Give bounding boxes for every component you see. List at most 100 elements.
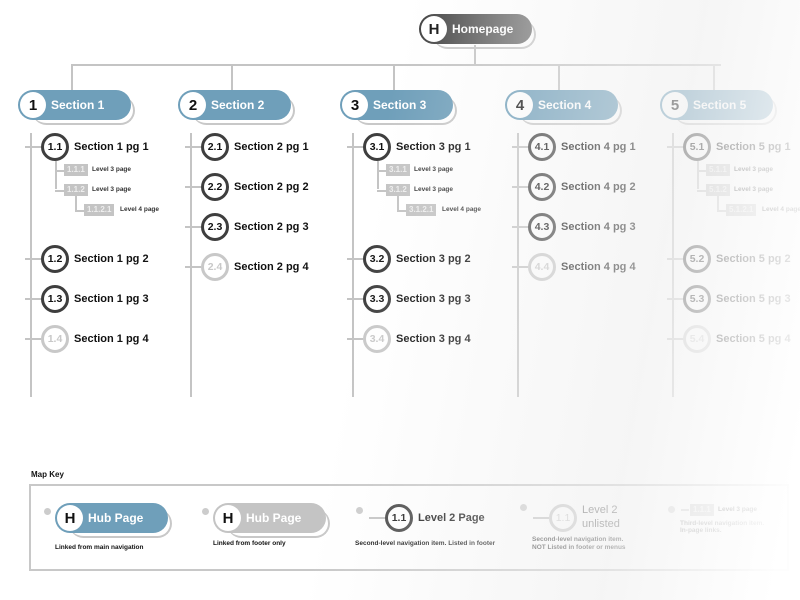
- connector-page-tick: [512, 185, 528, 188]
- key-bullet: [668, 506, 675, 513]
- key-connector: [681, 509, 689, 511]
- key-hub-main: H Hub Page: [55, 503, 172, 538]
- homepage-node[interactable]: H Homepage: [419, 14, 536, 49]
- level3-label: Level 3 page: [414, 186, 454, 193]
- page-badge: 3.4: [363, 325, 391, 353]
- level3-badge: 5.1.2: [706, 184, 730, 196]
- section-label: Section 3: [373, 98, 427, 112]
- map-key-title: Map Key: [31, 470, 64, 479]
- connector-section-spine: [352, 133, 354, 397]
- connector-level4: [717, 196, 719, 210]
- page-label: Section 2 pg 3: [234, 220, 309, 233]
- homepage-label: Homepage: [452, 22, 514, 36]
- page-badge: 3.1: [363, 133, 391, 161]
- section-badge: 3: [342, 92, 368, 118]
- page-badge: 5.2: [683, 245, 711, 273]
- page-badge: 2.2: [201, 172, 229, 201]
- section-node-1[interactable]: 1 Section 1: [18, 90, 135, 125]
- connector-level3-tick: [697, 170, 706, 172]
- section-badge: 2: [180, 92, 206, 118]
- page-badge: 4.2: [528, 172, 556, 201]
- level2-label: Level 2 Page: [418, 512, 485, 524]
- page-label: Section 4 pg 2: [561, 180, 636, 193]
- connector-page-tick: [347, 146, 363, 148]
- connector-level4-tick: [75, 210, 84, 212]
- connector-level4-tick: [717, 210, 726, 212]
- connector-horizontal-bar: [71, 64, 721, 66]
- page-label: Section 3 pg 2: [396, 253, 471, 265]
- connector-level3-tick: [55, 170, 64, 172]
- connector-page-tick: [667, 338, 683, 340]
- connector-level3-tick: [55, 190, 64, 192]
- homepage-badge: H: [421, 16, 447, 42]
- level4-badge: 1.1.2.1: [84, 204, 115, 216]
- hub-badge: H: [215, 505, 241, 531]
- level2-badge: 1.1: [549, 504, 577, 532]
- level3-badge: 3.1.2: [386, 184, 410, 196]
- connector-page-tick: [185, 146, 201, 148]
- connector-page-tick: [25, 146, 41, 148]
- page-badge: 5.1: [683, 133, 711, 161]
- level3-label: Level 3 page: [414, 166, 454, 173]
- level4-label: Level 4 page: [762, 206, 800, 213]
- connector-section-drop: [71, 64, 73, 90]
- page-badge: 1.4: [41, 325, 69, 353]
- key-caption: Linked from main navigation: [55, 544, 144, 551]
- level4-badge: 3.1.2.1: [406, 204, 437, 216]
- level3-label: Level 3 page: [734, 186, 774, 193]
- page-label: Section 2 pg 4: [234, 260, 309, 273]
- level3-badge: 1.1.2: [64, 184, 88, 196]
- connector-page-tick: [512, 225, 528, 228]
- page-badge: 5.3: [683, 285, 711, 313]
- page-label: Section 1 pg 1: [74, 141, 149, 153]
- connector-section-drop: [713, 64, 715, 90]
- connector-page-tick: [25, 298, 41, 300]
- page-label: Section 4 pg 4: [561, 260, 636, 273]
- page-badge: 1.1: [41, 133, 69, 161]
- level3-badge: 5.1.1: [706, 164, 730, 176]
- level3-label: Level 3 page: [92, 166, 132, 173]
- level2-label-line2: unlisted: [582, 518, 620, 530]
- section-node-2[interactable]: 2 Section 2: [178, 90, 295, 125]
- page-label: Section 5 pg 1: [716, 141, 791, 153]
- page-label: Section 2 pg 1: [234, 141, 309, 153]
- hub-badge: H: [57, 505, 83, 531]
- section-node-3[interactable]: 3 Section 3: [340, 90, 457, 125]
- page-badge: 2.1: [201, 133, 229, 161]
- page-label: Section 2 pg 2: [234, 180, 309, 193]
- page-badge: 4.4: [528, 252, 556, 281]
- key-hub-footer: H Hub Page: [213, 503, 330, 538]
- section-node-4[interactable]: 4 Section 4: [505, 90, 622, 125]
- page-label: Section 4 pg 3: [561, 220, 636, 233]
- page-label: Section 3 pg 3: [396, 293, 471, 305]
- connector-section-drop: [231, 64, 233, 90]
- connector-level4-tick: [397, 210, 406, 212]
- page-badge: 3.3: [363, 285, 391, 313]
- section-badge: 4: [507, 92, 533, 118]
- page-label: Section 1 pg 3: [74, 293, 149, 305]
- connector-level3: [377, 161, 379, 189]
- key-connector: [369, 517, 385, 519]
- key-bullet: [520, 504, 527, 511]
- connector-level3-tick: [377, 190, 386, 192]
- connector-page-tick: [25, 258, 41, 260]
- connector-page-tick: [185, 265, 201, 268]
- connector-page-tick: [185, 225, 201, 228]
- page-badge: 3.2: [363, 245, 391, 273]
- key-connector: [533, 517, 549, 519]
- connector-page-tick: [347, 258, 363, 260]
- key-bullet: [356, 507, 363, 514]
- connector-level3: [55, 161, 57, 189]
- key-caption-line2: NOT Listed in footer or menus: [532, 544, 626, 551]
- section-badge: 5: [662, 92, 688, 118]
- section-node-5[interactable]: 5 Section 5: [660, 90, 777, 125]
- connector-level3-tick: [697, 190, 706, 192]
- level3-badge: 3.1.1: [386, 164, 410, 176]
- page-label: Section 4 pg 1: [561, 141, 636, 153]
- page-badge: 4.3: [528, 212, 556, 241]
- connector-section-drop: [558, 64, 560, 90]
- key-bullet: [44, 508, 51, 515]
- connector-section-drop: [393, 64, 395, 90]
- page-badge: 1.2: [41, 245, 69, 273]
- page-badge: 4.1: [528, 133, 556, 161]
